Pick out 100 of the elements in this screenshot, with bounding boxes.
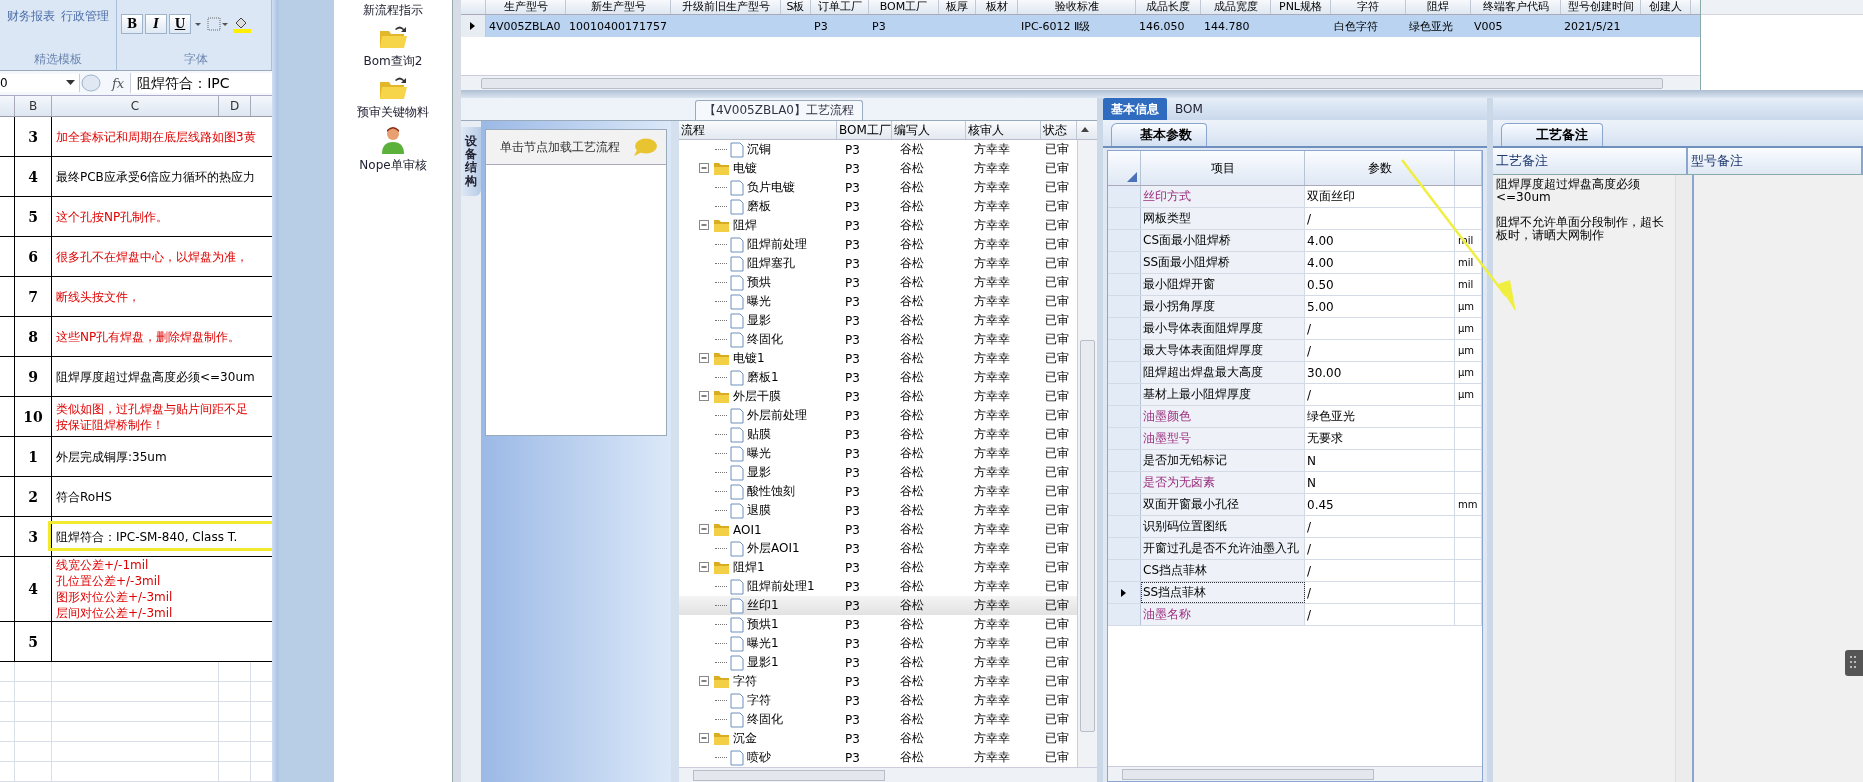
collapse-icon[interactable] bbox=[699, 220, 710, 231]
tree-row[interactable]: 阻焊前处理1 P3 谷松 方幸幸 已审 bbox=[679, 577, 1077, 596]
column-header[interactable]: 项目 bbox=[1141, 151, 1305, 185]
column-header[interactable]: 状态 bbox=[1041, 121, 1077, 139]
side-tab[interactable]: 设备结构 bbox=[461, 127, 481, 196]
insert-function-button[interactable]: fx bbox=[112, 75, 125, 91]
tree-row[interactable]: 预烘 P3 谷松 方幸幸 已审 bbox=[679, 273, 1077, 292]
tree-row[interactable]: 阻焊前处理 P3 谷松 方幸幸 已审 bbox=[679, 235, 1077, 254]
tree-row[interactable]: 磨板 P3 谷松 方幸幸 已审 bbox=[679, 197, 1077, 216]
tree-row[interactable]: 预烘1 P3 谷松 方幸幸 已审 bbox=[679, 615, 1077, 634]
column-header[interactable]: PNL规格 bbox=[1271, 0, 1331, 14]
tree-row[interactable]: 退膜 P3 谷松 方幸幸 已审 bbox=[679, 501, 1077, 520]
horizontal-scrollbar[interactable] bbox=[679, 767, 1097, 782]
column-header[interactable]: B bbox=[15, 96, 52, 116]
tab[interactable]: BOM bbox=[1167, 98, 1211, 120]
collapse-icon[interactable] bbox=[699, 676, 710, 687]
tree-row[interactable]: 酸性蚀刻 P3 谷松 方幸幸 已审 bbox=[679, 482, 1077, 501]
column-header[interactable]: 编写人 bbox=[892, 121, 966, 139]
column-header[interactable]: 流程 bbox=[679, 121, 837, 139]
row-header[interactable] bbox=[1108, 582, 1141, 603]
tree-row[interactable]: 显影1 P3 谷松 方幸幸 已审 bbox=[679, 653, 1077, 672]
collapse-icon[interactable] bbox=[699, 353, 710, 364]
tab[interactable]: 工艺备注 bbox=[1501, 123, 1603, 146]
column-header[interactable]: 订单工厂 bbox=[811, 0, 869, 14]
grip-icon[interactable] bbox=[1845, 650, 1863, 676]
tree-row[interactable]: 曝光 P3 谷松 方幸幸 已审 bbox=[679, 292, 1077, 311]
row-header[interactable] bbox=[461, 15, 486, 37]
launcher-label[interactable]: Nope单审核 bbox=[359, 157, 427, 174]
tree-row[interactable]: 终固化 P3 谷松 方幸幸 已审 bbox=[679, 710, 1077, 729]
tree-row[interactable]: 沉金 P3 谷松 方幸幸 已审 bbox=[679, 729, 1077, 748]
tree-row[interactable]: 沉铜 P3 谷松 方幸幸 已审 bbox=[679, 140, 1077, 159]
tree-row[interactable]: 曝光 P3 谷松 方幸幸 已审 bbox=[679, 444, 1077, 463]
tree-row[interactable]: 磨板1 P3 谷松 方幸幸 已审 bbox=[679, 368, 1077, 387]
collapse-icon[interactable] bbox=[699, 163, 710, 174]
column-header[interactable]: BOM工厂 bbox=[869, 0, 939, 14]
table-row[interactable]: 4V005ZBLA0 10010400171757 P3 P3 IPC-6012 Ⅱ级 146.050 144.780 白色字符 绿色亚光 V005 2021/5/21 bbox=[461, 15, 1700, 37]
tree-row[interactable]: 显影 P3 谷松 方幸幸 已审 bbox=[679, 463, 1077, 482]
format-button[interactable]: B bbox=[121, 14, 143, 34]
column-header[interactable]: 生产型号 bbox=[486, 0, 566, 14]
column-header[interactable]: 成品宽度 bbox=[1201, 0, 1271, 14]
tree-row[interactable]: 丝印1 P3 谷松 方幸幸 已审 bbox=[679, 596, 1077, 615]
tree-row[interactable]: 电镀 P3 谷松 方幸幸 已审 bbox=[679, 159, 1077, 178]
tree-row[interactable]: 电镀1 P3 谷松 方幸幸 已审 bbox=[679, 349, 1077, 368]
select-all-icon[interactable] bbox=[1127, 172, 1137, 182]
horizontal-scrollbar[interactable] bbox=[461, 75, 1700, 90]
column-header[interactable]: 新生产型号 bbox=[566, 0, 671, 14]
column-header[interactable]: 字符 bbox=[1331, 0, 1406, 14]
notes-field[interactable]: 阻焊厚度超过焊盘高度必须<=30um 阻焊不允许单面分段制作，超长板时，请晒大网制作 bbox=[1493, 175, 1675, 782]
collapse-icon[interactable] bbox=[699, 562, 710, 573]
tree-row[interactable]: 外层前处理 P3 谷松 方幸幸 已审 bbox=[679, 406, 1077, 425]
tree-row[interactable]: 阻焊塞孔 P3 谷松 方幸幸 已审 bbox=[679, 254, 1077, 273]
format-button[interactable]: I bbox=[145, 14, 167, 34]
tree-row[interactable]: 外层AOI1 P3 谷松 方幸幸 已审 bbox=[679, 539, 1077, 558]
tab[interactable]: 基本参数 bbox=[1111, 123, 1207, 146]
tree-row[interactable]: AOI1 P3 谷松 方幸幸 已审 bbox=[679, 520, 1077, 539]
tab[interactable]: 基本信息 bbox=[1103, 98, 1167, 120]
column-header[interactable]: 终端客户代码 bbox=[1471, 0, 1561, 14]
collapse-icon[interactable] bbox=[699, 733, 710, 744]
launcher-label[interactable]: Bom查询2 bbox=[363, 53, 423, 70]
vertical-scrollbar[interactable] bbox=[1675, 175, 1694, 782]
tree-row[interactable]: 贴膜 P3 谷松 方幸幸 已审 bbox=[679, 425, 1077, 444]
tree-row[interactable]: 喷砂 P3 谷松 方幸幸 已审 bbox=[679, 748, 1077, 767]
column-header[interactable]: 型号创建时间 bbox=[1561, 0, 1641, 14]
ribbon-button[interactable]: 行政管理 bbox=[61, 8, 109, 25]
column-header[interactable]: 板材 bbox=[976, 0, 1018, 14]
tree-row[interactable]: 终固化 P3 谷松 方幸幸 已审 bbox=[679, 330, 1077, 349]
format-button[interactable]: U bbox=[169, 14, 191, 34]
splitter-bar[interactable] bbox=[461, 90, 1863, 98]
column-header[interactable]: S板 bbox=[781, 0, 811, 14]
tree-row[interactable]: 字符 P3 谷松 方幸幸 已审 bbox=[679, 672, 1077, 691]
ribbon-button[interactable]: 财务报表 bbox=[7, 8, 55, 25]
column-header[interactable]: C bbox=[52, 96, 219, 116]
column-header[interactable]: 板厚 bbox=[939, 0, 976, 14]
tree-row[interactable]: 显影 P3 谷松 方幸幸 已审 bbox=[679, 311, 1077, 330]
tree-row[interactable]: 负片电镀 P3 谷松 方幸幸 已审 bbox=[679, 178, 1077, 197]
horizontal-scrollbar[interactable] bbox=[1108, 766, 1482, 781]
launcher-label[interactable]: 新流程指示 bbox=[363, 2, 423, 19]
user-icon[interactable] bbox=[380, 125, 406, 155]
splitter-bar[interactable] bbox=[671, 121, 679, 782]
splitter-bar[interactable] bbox=[1487, 98, 1493, 782]
tree-row[interactable]: 阻焊 P3 谷松 方幸幸 已审 bbox=[679, 216, 1077, 235]
column-header[interactable]: 验收标准 bbox=[1018, 0, 1136, 14]
collapse-icon[interactable] bbox=[699, 524, 710, 535]
vertical-scrollbar[interactable] bbox=[1077, 140, 1097, 767]
tree-row[interactable]: 阻焊1 P3 谷松 方幸幸 已审 bbox=[679, 558, 1077, 577]
collapse-icon[interactable] bbox=[699, 391, 710, 402]
column-header[interactable]: 创建人 bbox=[1641, 0, 1691, 14]
column-header[interactable]: 成品长度 bbox=[1136, 0, 1201, 14]
tree-row[interactable]: 外层干膜 P3 谷松 方幸幸 已审 bbox=[679, 387, 1077, 406]
splitter-bar[interactable] bbox=[272, 0, 334, 782]
column-header[interactable]: BOM工厂 bbox=[837, 121, 892, 139]
column-header[interactable]: D bbox=[219, 96, 251, 116]
name-box[interactable]: 0 bbox=[0, 74, 80, 92]
column-header[interactable]: 参数 bbox=[1305, 151, 1455, 185]
formula-field[interactable]: 阻焊符合：IPC bbox=[130, 73, 272, 93]
tree-row[interactable]: 字符 P3 谷松 方幸幸 已审 bbox=[679, 691, 1077, 710]
launcher-label[interactable]: 预审关键物料 bbox=[357, 104, 429, 121]
column-header[interactable]: 升级前旧生产型号 bbox=[671, 0, 781, 14]
tree-row[interactable]: 曝光1 P3 谷松 方幸幸 已审 bbox=[679, 634, 1077, 653]
column-header[interactable]: 阻焊 bbox=[1406, 0, 1471, 14]
